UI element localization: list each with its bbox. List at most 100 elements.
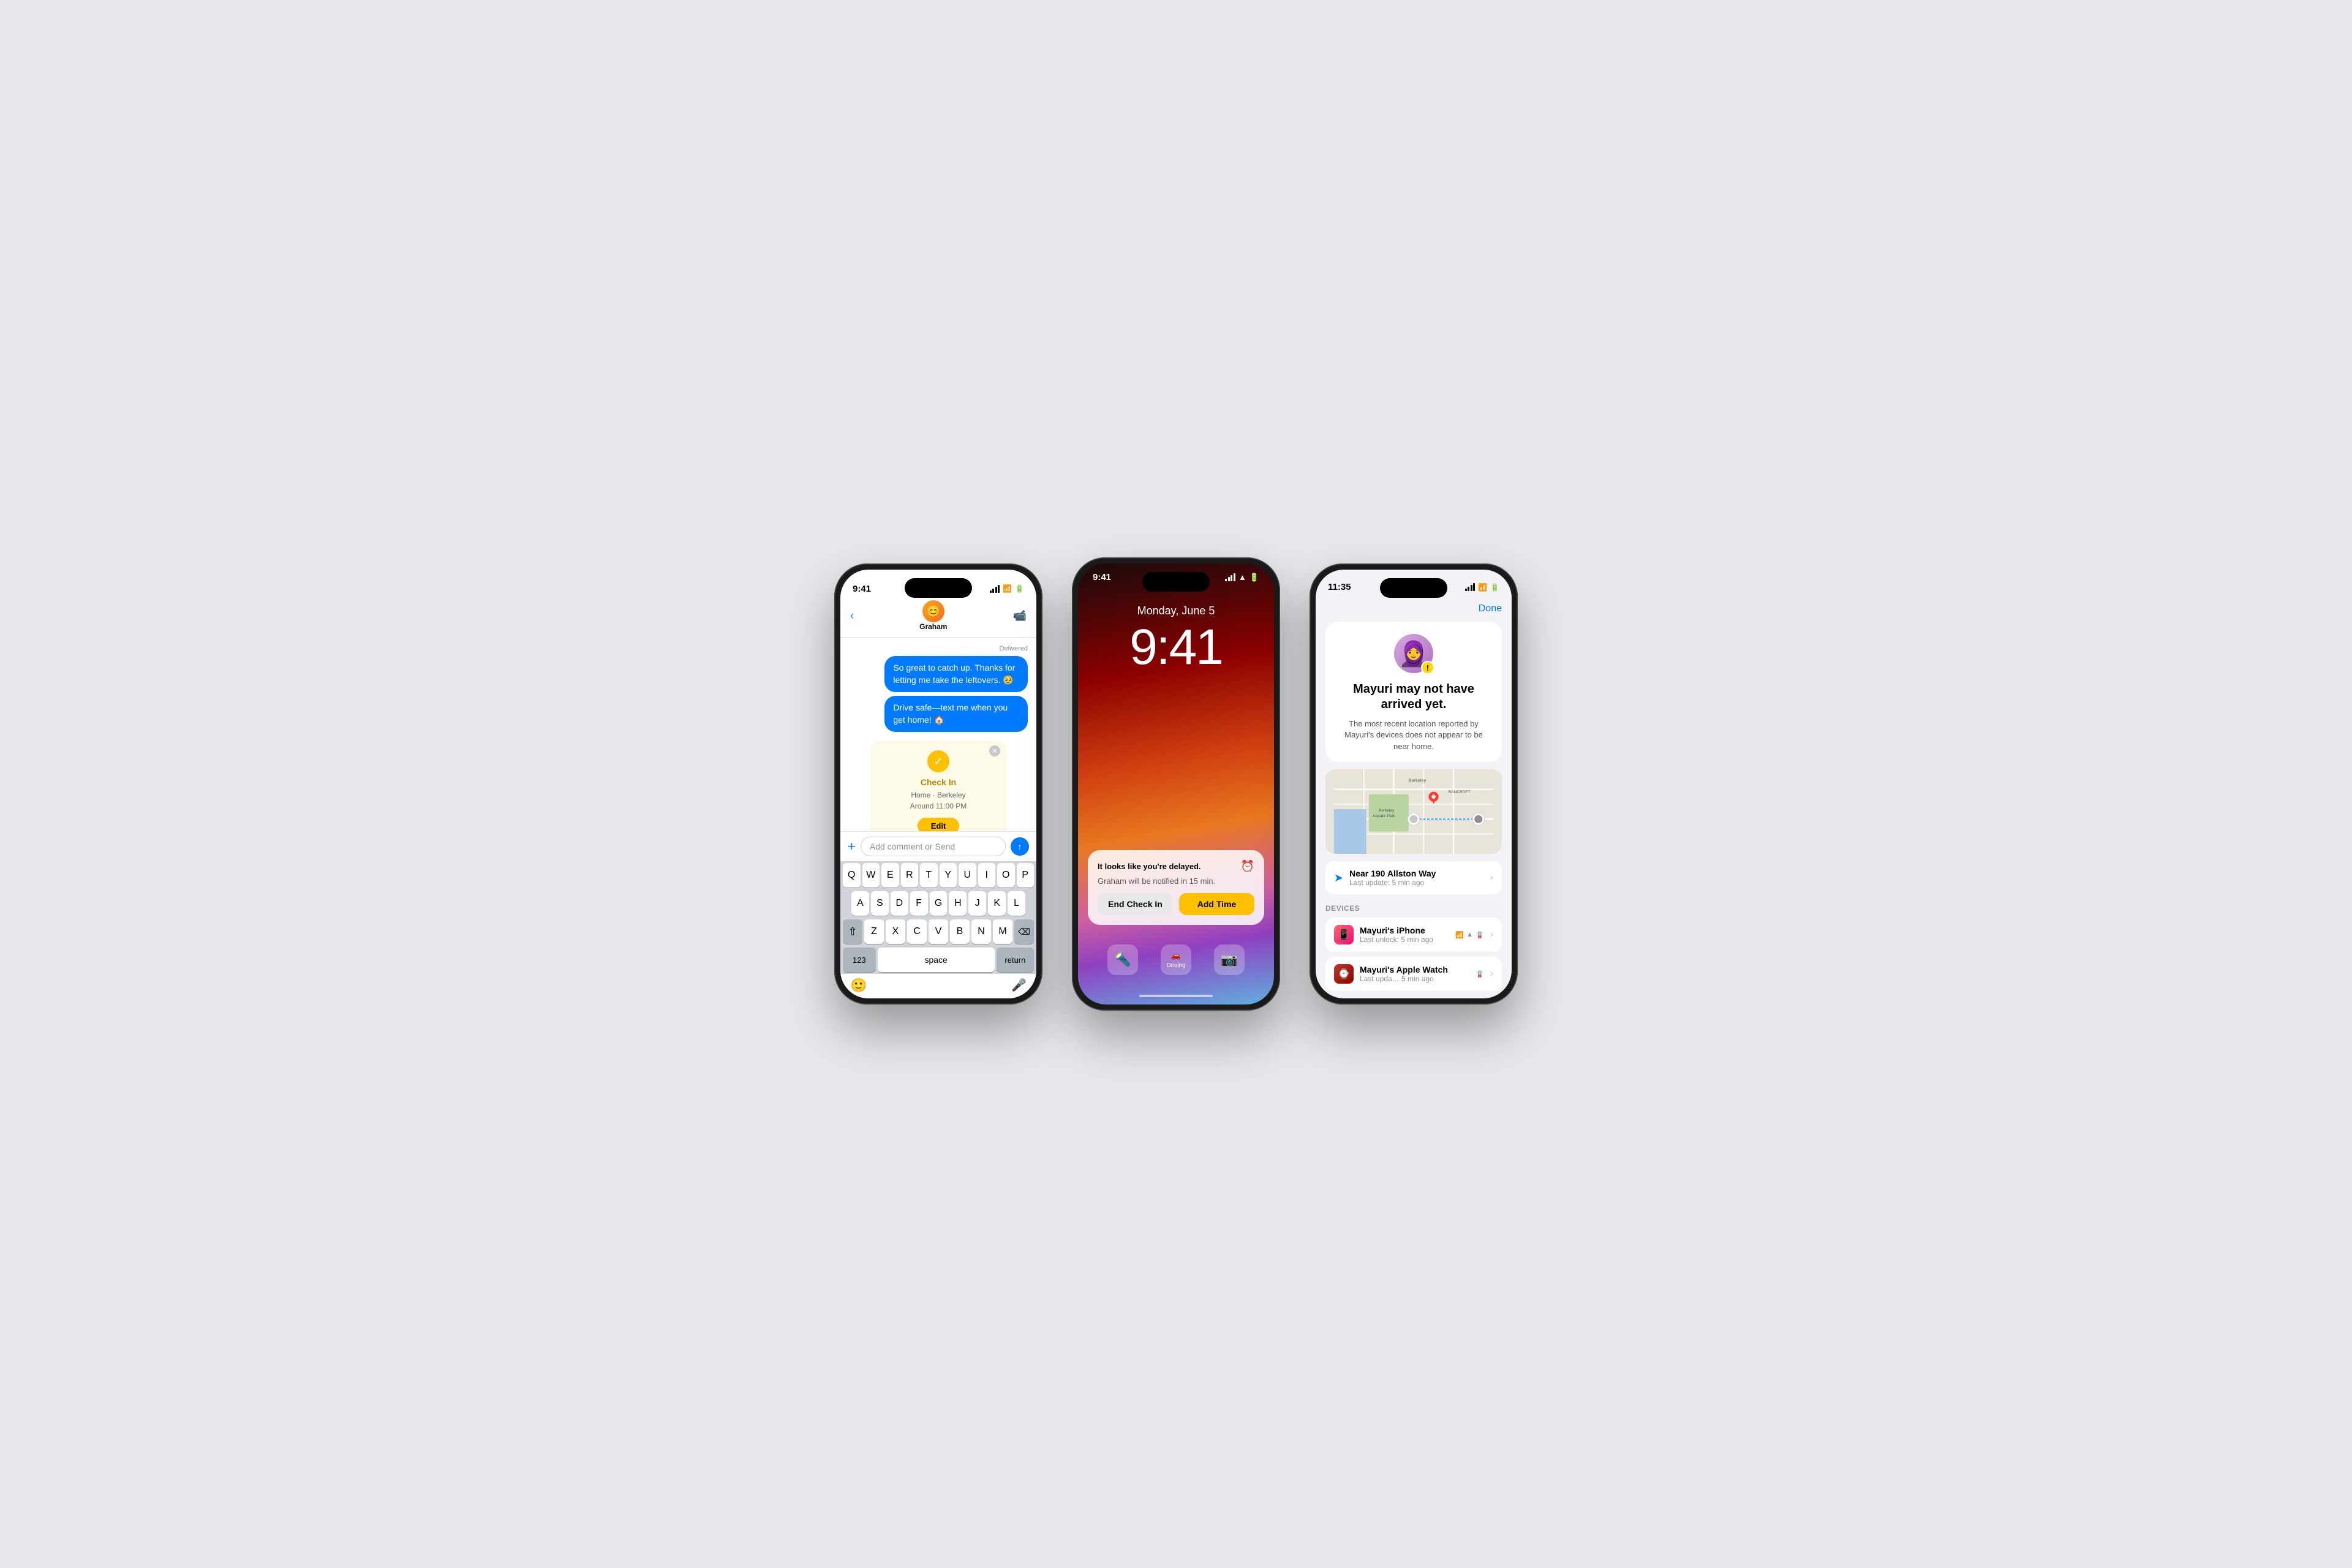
contact-name: Graham — [919, 622, 947, 631]
avatar-emoji: 😊 — [927, 605, 940, 618]
map-container: Berkeley Aquatic Park — [1325, 769, 1502, 854]
device-chevron-1: › — [1490, 929, 1493, 940]
device-chevron-2: › — [1490, 968, 1493, 979]
devices-label: DEVICES — [1325, 904, 1502, 913]
key-j[interactable]: J — [968, 891, 986, 916]
dynamic-island-3 — [1380, 578, 1447, 598]
device-row-iphone: 📱 Mayuri's iPhone Last unlock: 5 min ago… — [1325, 918, 1502, 952]
back-button[interactable]: ‹ — [850, 609, 854, 622]
device-name-iphone: Mayuri's iPhone — [1360, 925, 1449, 935]
close-button[interactable]: ✕ — [989, 745, 1000, 756]
lockscreen-clock: 9:41 — [1078, 622, 1274, 673]
devices-section: DEVICES 📱 Mayuri's iPhone Last unlock: 5… — [1316, 897, 1512, 998]
send-button[interactable]: ↑ — [1011, 837, 1029, 856]
checkin-title: Check In — [880, 777, 997, 787]
dock-flashlight[interactable]: 🔦 — [1107, 944, 1138, 975]
device-row-watch: ⌚ Mayuri's Apple Watch Last upda… 5 min … — [1325, 957, 1502, 991]
signal-icon-3 — [1465, 583, 1476, 591]
checkin-details: Home · Berkeley Around 11:00 PM — [880, 790, 997, 812]
key-t[interactable]: T — [920, 863, 938, 888]
key-h[interactable]: H — [949, 891, 967, 916]
edit-button[interactable]: Edit — [918, 818, 960, 831]
location-last-update: Last update: 5 min ago — [1349, 878, 1484, 887]
add-attachment-button[interactable]: + — [848, 839, 856, 854]
key-c[interactable]: C — [907, 919, 927, 944]
end-checkin-button[interactable]: End Check In — [1098, 893, 1173, 915]
key-v[interactable]: V — [929, 919, 948, 944]
key-i[interactable]: I — [978, 863, 996, 888]
key-g[interactable]: G — [930, 891, 948, 916]
key-y[interactable]: Y — [940, 863, 957, 888]
driving-label: Driving — [1166, 962, 1185, 969]
phone-checkin-alert: 11:35 📶 🔋 Done — [1310, 564, 1518, 1005]
key-o[interactable]: O — [997, 863, 1015, 888]
notif-header: It looks like you're delayed. ⏰ — [1098, 860, 1254, 873]
key-q[interactable]: Q — [843, 863, 861, 888]
device-name-watch: Mayuri's Apple Watch — [1360, 965, 1469, 974]
key-l[interactable]: L — [1008, 891, 1025, 916]
key-space[interactable]: space — [878, 948, 995, 972]
key-w[interactable]: W — [862, 863, 880, 888]
battery-icon-1: 🔋 — [1015, 584, 1024, 593]
done-button[interactable]: Done — [1479, 603, 1502, 614]
signal-icon-1 — [990, 585, 1000, 593]
key-d[interactable]: D — [891, 891, 908, 916]
home-indicator-2 — [1139, 995, 1213, 997]
wifi-icon-3: 📶 — [1478, 583, 1487, 592]
key-m[interactable]: M — [993, 919, 1012, 944]
key-e[interactable]: E — [881, 863, 899, 888]
checkin-alert-screen: 11:35 📶 🔋 Done — [1316, 570, 1512, 998]
key-z[interactable]: Z — [864, 919, 884, 944]
key-delete[interactable]: ⌫ — [1014, 919, 1034, 944]
key-u[interactable]: U — [959, 863, 976, 888]
key-r[interactable]: R — [901, 863, 919, 888]
delivered-label: Delivered — [849, 645, 1028, 652]
keyboard: Q W E R T Y U I O P A S D — [840, 861, 1036, 998]
alert-avatar: 🧕 ! — [1394, 634, 1433, 673]
dynamic-island-2 — [1142, 572, 1210, 592]
chevron-right-icon: › — [1490, 872, 1493, 883]
status-time-1: 9:41 — [853, 584, 871, 594]
signal-status-icon: ▲ — [1466, 931, 1473, 938]
notif-buttons: End Check In Add Time — [1098, 893, 1254, 915]
key-return[interactable]: return — [997, 948, 1034, 972]
key-b[interactable]: B — [950, 919, 970, 944]
keyboard-row-1: Q W E R T Y U I O P — [840, 861, 1036, 889]
clock-icon: ⏰ — [1241, 860, 1254, 873]
dock-driving[interactable]: 🚗 Driving — [1161, 944, 1191, 975]
messages-bubbles: So great to catch up. Thanks for letting… — [849, 656, 1028, 736]
dock-camera[interactable]: 📷 — [1214, 944, 1245, 975]
key-123[interactable]: 123 — [843, 948, 876, 972]
lockscreen-status-icons: ▲ 🔋 — [1225, 573, 1259, 582]
alert-title: Mayuri may not have arrived yet. — [1338, 682, 1490, 712]
alert-badge: ! — [1421, 661, 1434, 674]
key-f[interactable]: F — [910, 891, 928, 916]
microphone-icon[interactable]: 🎤 — [1011, 978, 1027, 993]
video-call-button[interactable]: 📹 — [1013, 609, 1027, 622]
battery-watch-icon: 🪫 — [1476, 970, 1484, 978]
key-p[interactable]: P — [1017, 863, 1035, 888]
emoji-icon[interactable]: 🙂 — [850, 978, 867, 993]
lockscreen-middle — [1078, 673, 1274, 850]
wifi-icon-2: ▲ — [1238, 573, 1246, 582]
location-text: Near 190 Allston Way Last update: 5 min … — [1349, 869, 1484, 887]
dynamic-island-1 — [905, 578, 972, 598]
message-input[interactable]: Add comment or Send — [861, 837, 1006, 856]
key-s[interactable]: S — [871, 891, 889, 916]
key-n[interactable]: N — [971, 919, 991, 944]
key-shift[interactable]: ⇧ — [843, 919, 862, 944]
device-status-iphone: 📶 ▲ 🪫 — [1455, 931, 1483, 939]
wifi-status-icon: 📶 — [1455, 931, 1464, 939]
key-a[interactable]: A — [851, 891, 869, 916]
battery-status-icon: 🪫 — [1476, 931, 1484, 939]
location-name: Near 190 Allston Way — [1349, 869, 1484, 878]
key-x[interactable]: X — [886, 919, 905, 944]
phone-lockscreen: 9:41 ▲ 🔋 Monday, June 5 9:41 — [1072, 557, 1280, 1011]
add-time-button[interactable]: Add Time — [1179, 893, 1254, 915]
checkin-header: Done — [1316, 597, 1512, 622]
keyboard-extras: 🙂 🎤 — [840, 974, 1036, 998]
status-icons-1: 📶 🔋 — [990, 584, 1024, 593]
messages-screen: 9:41 📶 🔋 ‹ — [840, 570, 1036, 998]
key-k[interactable]: K — [988, 891, 1006, 916]
watch-icon: ⌚ — [1334, 964, 1354, 984]
